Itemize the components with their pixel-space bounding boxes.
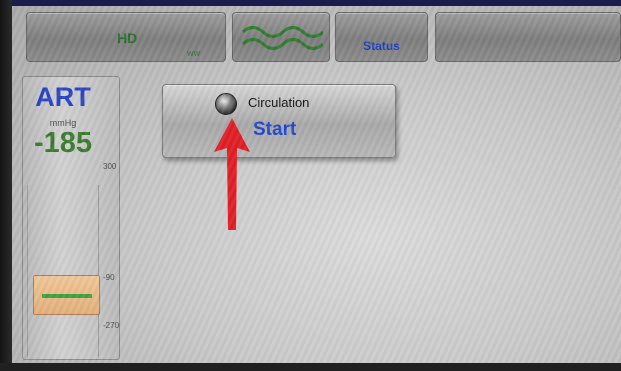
pressure-level-marker bbox=[42, 294, 92, 298]
pressure-limit-window[interactable] bbox=[33, 275, 100, 315]
tab-hd-label: HD bbox=[117, 30, 138, 46]
tab-hd[interactable]: HD WW bbox=[26, 12, 226, 62]
touch-screen: HD WW Status ART mmHg -185 300 -90 -270 … bbox=[12, 6, 621, 363]
pressure-scale bbox=[27, 185, 99, 357]
red-arrow-icon bbox=[214, 118, 250, 230]
tab-waveform[interactable] bbox=[232, 12, 330, 62]
circulation-start-button[interactable]: Circulation Start bbox=[162, 84, 396, 158]
start-label: Start bbox=[253, 119, 297, 140]
bezel-bottom bbox=[0, 363, 621, 371]
scale-tick-upper: 300 bbox=[103, 162, 117, 171]
tab-hd-sublabel: WW bbox=[187, 51, 201, 58]
bezel-left bbox=[0, 0, 12, 371]
wave-icon bbox=[241, 26, 323, 50]
art-title: ART bbox=[35, 82, 91, 112]
art-pressure-panel: ART mmHg -185 300 -90 -270 bbox=[22, 76, 120, 360]
scale-tick-limit: -90 bbox=[103, 273, 115, 282]
tab-empty[interactable] bbox=[435, 12, 621, 62]
scale-tick-lower: -270 bbox=[103, 321, 120, 330]
indicator-led-icon bbox=[215, 93, 237, 115]
tab-status-label: Status bbox=[363, 39, 400, 53]
circulation-label: Circulation bbox=[248, 95, 310, 110]
art-pressure-value: -185 bbox=[33, 127, 93, 159]
tab-status[interactable]: Status bbox=[335, 12, 428, 62]
